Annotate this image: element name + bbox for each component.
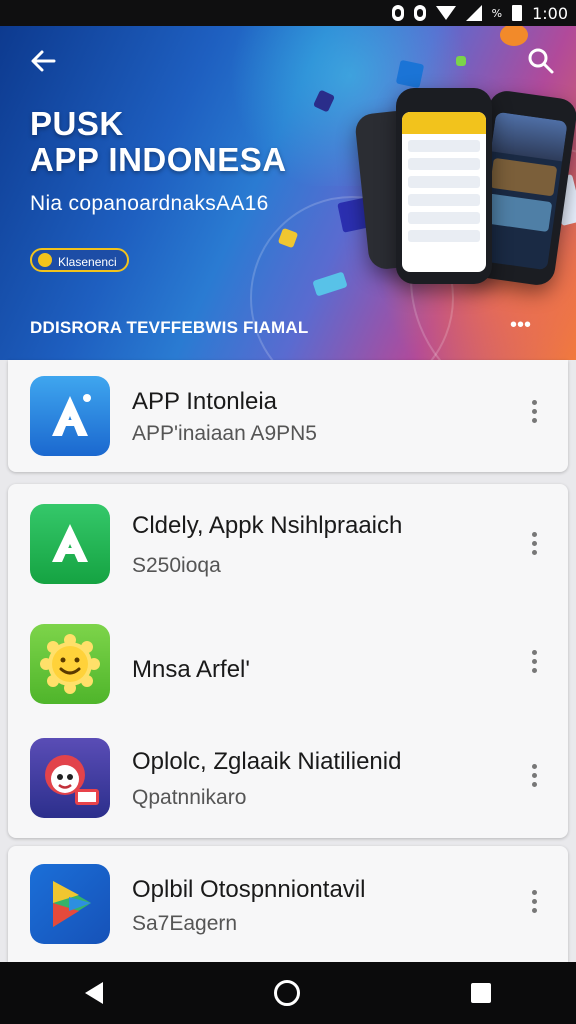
app-icon [30, 376, 110, 456]
system-nav-bar [0, 962, 576, 1024]
nav-home-icon[interactable] [273, 980, 300, 1006]
banner-title: PUSK APP INDONESA [30, 106, 287, 178]
more-vert-icon[interactable] [524, 760, 544, 800]
wifi-icon [435, 6, 456, 20]
clock: 1:00 [532, 3, 568, 23]
floating-cube-icon [456, 56, 466, 66]
app-subtitle: Sa7Eagern [132, 912, 238, 935]
list-item[interactable]: Oplolc, Zglaaik Niatilienid Qpatnnikaro [8, 728, 568, 838]
green-letter-a-icon [30, 504, 110, 584]
phone-screen [402, 112, 486, 272]
apps-list-card: Cldely, Appk Nsihlpraaich S250ioqa Mnsa … [8, 484, 568, 838]
app-name: Cldely, Appk Nsihlpraaich [132, 512, 403, 539]
smiley-sun-icon [30, 624, 110, 704]
banner-footer: DDISRORA TEVFFEBWIS FIAMAL [30, 318, 309, 337]
app-name: Oplolc, Zglaaik Niatilienid [132, 748, 402, 775]
nav-recent-apps-icon[interactable] [470, 983, 491, 1003]
mascot-glyph [45, 755, 99, 805]
character-mascot-icon [30, 738, 110, 818]
banner-chip[interactable]: Klasenenci [30, 248, 129, 272]
featured-card: APP Intonleia APP'inaiaan A9PN5 [8, 360, 568, 472]
floating-cube-icon [395, 59, 425, 89]
banner-title-line2: APP INDONESA [30, 141, 287, 178]
play-glyph [53, 881, 91, 927]
banner-title-line1: PUSK [30, 105, 124, 142]
hero-banner: PUSK APP INDONESA Nia copanoardnaksAA16 … [0, 26, 576, 360]
app-name: Mnsa Arfel' [132, 656, 250, 683]
more-vert-icon[interactable] [524, 886, 544, 926]
colorful-play-icon [30, 864, 110, 944]
list-item[interactable]: Oplbil Otospnniontavil Sa7Eagern [8, 854, 568, 964]
list-item-featured[interactable]: APP Intonleia APP'inaiaan A9PN5 [8, 360, 568, 470]
battery-percent: % [491, 6, 503, 20]
more-vert-icon[interactable] [524, 528, 544, 568]
list-item[interactable]: Cldely, Appk Nsihlpraaich S250ioqa [8, 494, 568, 604]
signal-icon [465, 5, 482, 21]
chip-icon [38, 253, 52, 267]
back-button[interactable] [28, 46, 60, 78]
phone-illustration-front [396, 88, 492, 284]
floating-orb-icon [500, 26, 528, 46]
smiley-glyph [40, 634, 100, 694]
app-subtitle: APP'inaiaan A9PN5 [132, 422, 317, 445]
arrow-left-icon [31, 50, 56, 72]
banner-subtitle: Nia copanoardnaksAA16 [30, 192, 269, 215]
app-subtitle: Qpatnnikaro [132, 786, 247, 809]
app-subtitle: S250ioqa [132, 554, 221, 577]
more-vert-icon[interactable] [524, 396, 544, 436]
search-icon [528, 48, 554, 74]
nav-back-icon[interactable] [85, 982, 104, 1004]
app-name: Oplbil Otospnniontavil [132, 876, 366, 903]
letter-a-glyph [52, 524, 88, 562]
banner-more-button[interactable]: ••• [510, 315, 531, 335]
app-name: APP Intonleia [132, 388, 277, 415]
status-bar: % 1:00 [0, 0, 576, 26]
search-button[interactable] [526, 46, 558, 78]
sync-icon [413, 5, 426, 21]
apps-list-card-2: Oplbil Otospnniontavil Sa7Eagern [8, 846, 568, 962]
letter-a-icon [52, 394, 91, 436]
notification-icon [391, 5, 404, 21]
battery-icon [512, 5, 523, 21]
more-vert-icon[interactable] [524, 646, 544, 686]
banner-chip-label: Klasenenci [58, 255, 117, 269]
list-item[interactable]: Mnsa Arfel' [8, 612, 568, 722]
